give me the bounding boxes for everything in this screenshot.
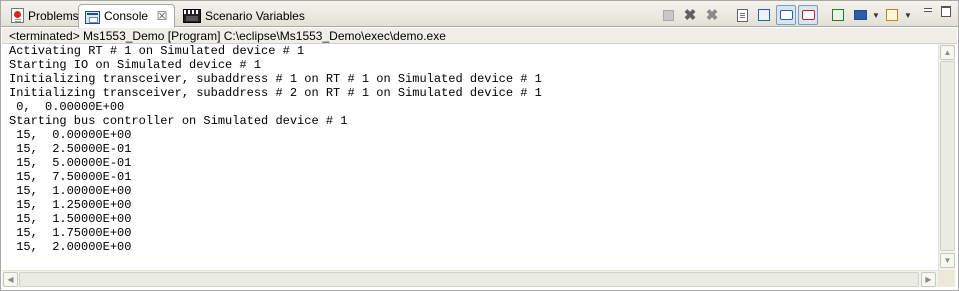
tab-scenario-variables-label: Scenario Variables bbox=[205, 8, 305, 23]
console-line: Starting IO on Simulated device # 1 bbox=[9, 58, 262, 72]
terminate-icon[interactable] bbox=[658, 5, 678, 25]
scroll-right-icon[interactable]: ▶ bbox=[921, 272, 936, 287]
console-line: Activating RT # 1 on Simulated device # … bbox=[9, 44, 305, 58]
close-icon[interactable]: ☒ bbox=[156, 9, 168, 23]
show-on-stderr-icon[interactable] bbox=[798, 5, 818, 25]
console-line: 15, 2.00000E+00 bbox=[9, 240, 132, 254]
scrollbar-corner bbox=[938, 270, 955, 287]
vertical-scroll-thumb[interactable] bbox=[940, 61, 955, 251]
remove-all-terminated-icon[interactable]: ✖ bbox=[702, 5, 722, 25]
problems-icon bbox=[11, 8, 24, 23]
console-lines: Activating RT # 1 on Simulated device # … bbox=[2, 44, 938, 254]
display-console-icon[interactable] bbox=[850, 5, 870, 25]
scroll-down-icon[interactable]: ▼ bbox=[940, 253, 955, 268]
clear-console-icon[interactable] bbox=[732, 5, 752, 25]
console-icon bbox=[85, 10, 100, 24]
view-window-controls bbox=[922, 5, 952, 17]
process-status-line: <terminated> Ms1553_Demo [Program] C:\ec… bbox=[2, 28, 957, 44]
scroll-up-icon[interactable]: ▲ bbox=[940, 45, 955, 60]
open-console-dropdown-icon[interactable]: ▼ bbox=[904, 11, 912, 20]
maximize-icon[interactable] bbox=[940, 5, 952, 17]
console-toolbar: ✖ ✖ ▼ ▼ bbox=[658, 5, 912, 25]
console-line: 15, 7.50000E-01 bbox=[9, 170, 132, 184]
console-line: 15, 5.00000E-01 bbox=[9, 156, 132, 170]
console-line: 0, 0.00000E+00 bbox=[9, 100, 125, 114]
remove-launch-icon[interactable]: ✖ bbox=[680, 5, 700, 25]
clapperboard-icon bbox=[183, 8, 201, 23]
tab-console-label: Console bbox=[104, 9, 149, 23]
console-output[interactable]: Activating RT # 1 on Simulated device # … bbox=[2, 44, 938, 270]
pin-console-icon[interactable] bbox=[828, 5, 848, 25]
horizontal-scrollbar[interactable]: ◀ ▶ bbox=[2, 270, 938, 287]
display-console-dropdown-icon[interactable]: ▼ bbox=[872, 11, 880, 20]
scroll-left-icon[interactable]: ◀ bbox=[3, 272, 18, 287]
console-line: Starting bus controller on Simulated dev… bbox=[9, 114, 348, 128]
tab-problems[interactable]: Problems bbox=[5, 4, 85, 27]
show-on-stdout-icon[interactable] bbox=[776, 5, 796, 25]
console-line: 15, 0.00000E+00 bbox=[9, 128, 132, 142]
open-console-icon[interactable] bbox=[882, 5, 902, 25]
console-line: 15, 1.50000E+00 bbox=[9, 212, 132, 226]
scroll-lock-icon[interactable] bbox=[754, 5, 774, 25]
console-line: 15, 2.50000E-01 bbox=[9, 142, 132, 156]
console-line: Initializing transceiver, subaddress # 1… bbox=[9, 72, 542, 86]
tab-problems-label: Problems bbox=[28, 8, 79, 23]
console-line: 15, 1.00000E+00 bbox=[9, 184, 132, 198]
console-line: 15, 1.75000E+00 bbox=[9, 226, 132, 240]
tab-console[interactable]: Console ☒ bbox=[78, 4, 176, 28]
view-tab-bar: Problems Console ☒ Scenario Variables ✖ … bbox=[1, 1, 958, 28]
tab-scenario-variables[interactable]: Scenario Variables bbox=[177, 4, 311, 27]
console-line: 15, 1.25000E+00 bbox=[9, 198, 132, 212]
console-view: Problems Console ☒ Scenario Variables ✖ … bbox=[0, 0, 959, 291]
vertical-scrollbar[interactable]: ▲ ▼ bbox=[938, 44, 955, 270]
horizontal-scroll-thumb[interactable] bbox=[19, 272, 919, 287]
minimize-icon[interactable] bbox=[922, 5, 934, 17]
console-line: Initializing transceiver, subaddress # 2… bbox=[9, 86, 542, 100]
